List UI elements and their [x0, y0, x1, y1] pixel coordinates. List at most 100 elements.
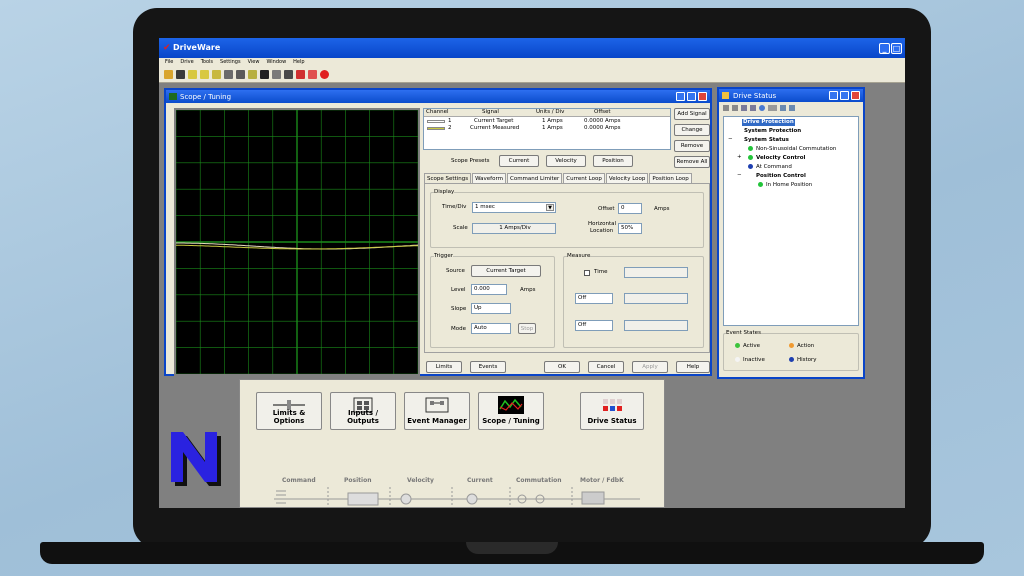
minimize-button[interactable]: _ [879, 43, 890, 54]
slope-select[interactable]: Up [471, 303, 511, 314]
chain-commutation-label: Commutation [516, 477, 562, 484]
measure-select-1[interactable]: Off [575, 293, 613, 304]
tree-item-in-home-position[interactable]: In Home Position [758, 182, 812, 189]
channel-signal: Current Measured [470, 125, 520, 131]
help-button[interactable]: Help [676, 361, 710, 373]
trigger-source-button[interactable]: Current Target [471, 265, 541, 277]
filter-icon[interactable] [768, 105, 777, 111]
status-dot-icon [748, 155, 753, 160]
tree-item-at-command[interactable]: At Command [748, 164, 792, 171]
upload-icon[interactable] [188, 70, 197, 79]
collapse-icon[interactable] [732, 105, 738, 111]
wave-icon[interactable] [308, 70, 317, 79]
channel-row[interactable]: 1 Current Target 1 Amps 0.0000 Amps [424, 118, 670, 125]
save-icon[interactable] [176, 70, 185, 79]
tree-item-commutation[interactable]: Non-Sinusoidal Commutation [748, 146, 836, 153]
tree-item-system-status[interactable]: System Status [744, 137, 789, 144]
measure-select-1-value: Off [578, 295, 587, 301]
scope-tuning-button[interactable]: Scope / Tuning [478, 392, 544, 430]
scale-field[interactable]: 1 Amps/Div [472, 223, 556, 234]
preset-current-button[interactable]: Current [499, 155, 539, 167]
toolbar [159, 67, 905, 83]
history-dot-icon [789, 357, 794, 362]
chip-icon[interactable] [284, 70, 293, 79]
tree-collapse-icon[interactable]: − [737, 172, 742, 179]
scope-window-icon [169, 93, 177, 100]
channel-row[interactable]: 2 Current Measured 1 Amps 0.0000 Amps [424, 125, 670, 132]
stop-button[interactable]: Stop [518, 323, 536, 334]
header-offset: Offset [594, 109, 611, 115]
time-div-select[interactable]: 1 msec ▼ [472, 202, 556, 213]
refresh-icon[interactable] [759, 105, 765, 111]
compare-icon[interactable] [212, 70, 221, 79]
events-button[interactable]: Events [470, 361, 506, 373]
change-button[interactable]: Change [674, 124, 710, 136]
scope-minimize-button[interactable] [676, 92, 685, 101]
mdi-area: Scope / Tuning Channel Signal Units / Di… [159, 83, 905, 508]
link-icon[interactable] [741, 105, 747, 111]
open-icon[interactable] [164, 70, 173, 79]
status-minimize-button[interactable] [829, 91, 838, 100]
tree-item-velocity-control[interactable]: Velocity Control [748, 155, 805, 162]
limits-button[interactable]: Limits [426, 361, 462, 373]
tree-item-drive-protection[interactable]: Drive Protection [742, 119, 795, 126]
horizontal-location-input[interactable]: 50% [618, 223, 642, 234]
drive-status-button[interactable]: Drive Status [580, 392, 644, 430]
meter-icon[interactable] [248, 70, 257, 79]
disk-icon[interactable] [272, 70, 281, 79]
preset-position-button[interactable]: Position [593, 155, 633, 167]
download-icon[interactable] [200, 70, 209, 79]
stop-icon[interactable] [320, 70, 329, 79]
scope-close-button[interactable] [698, 92, 707, 101]
legend-label: Active [743, 343, 761, 349]
add-signal-button[interactable]: Add Signal [674, 108, 710, 120]
time-label: Time [594, 269, 608, 275]
maximize-button[interactable]: □ [891, 43, 902, 54]
terminal-icon[interactable] [260, 70, 269, 79]
limits-options-button[interactable]: Limits & Options [256, 392, 322, 430]
help-pointer-icon[interactable] [296, 70, 305, 79]
menu-window[interactable]: Window [266, 58, 286, 67]
event-manager-button[interactable]: Event Manager [404, 392, 470, 430]
time-checkbox[interactable] [584, 270, 590, 276]
probe-icon[interactable] [236, 70, 245, 79]
menu-settings[interactable]: Settings [220, 58, 241, 67]
menu-tools[interactable]: Tools [201, 58, 213, 67]
status-close-button[interactable] [851, 91, 860, 100]
menu-view[interactable]: View [248, 58, 260, 67]
trigger-level-input[interactable]: 0.000 [471, 284, 507, 295]
chain-position-label: Position [344, 477, 372, 484]
tree-item-position-control[interactable]: Position Control [756, 173, 806, 180]
tree-collapse-icon[interactable]: − [728, 136, 733, 143]
unlink-icon[interactable] [750, 105, 756, 111]
tree-expand-icon[interactable]: + [737, 154, 742, 161]
inputs-outputs-button[interactable]: Inputs / Outputs [330, 392, 396, 430]
scope-maximize-button[interactable] [687, 92, 696, 101]
launcher-panel: Limits & Options Inputs / Outputs Event … [239, 379, 665, 508]
apply-button[interactable]: Apply [632, 361, 668, 373]
menu-file[interactable]: File [165, 58, 173, 67]
preset-velocity-button[interactable]: Velocity [546, 155, 586, 167]
menu-help[interactable]: Help [293, 58, 304, 67]
remove-all-button[interactable]: Remove All [674, 156, 710, 168]
expand-icon[interactable] [723, 105, 729, 111]
config-icon[interactable] [224, 70, 233, 79]
offset-label: Offset [598, 206, 615, 212]
offset-input[interactable]: 0 [618, 203, 642, 214]
ok-button[interactable]: OK [544, 361, 580, 373]
oscilloscope-display[interactable] [174, 108, 420, 376]
menu-drive[interactable]: Drive [180, 58, 193, 67]
tree-label: In Home Position [766, 182, 813, 188]
tree-item-system-protection[interactable]: System Protection [744, 128, 801, 135]
print-icon[interactable] [789, 105, 795, 111]
remove-button[interactable]: Remove [674, 140, 710, 152]
location-label: Location [590, 228, 614, 234]
copy-icon[interactable] [780, 105, 786, 111]
app-title: DriveWare [173, 43, 221, 52]
status-dot-icon [758, 182, 763, 187]
mode-select[interactable]: Auto [471, 323, 511, 334]
cancel-button[interactable]: Cancel [588, 361, 624, 373]
status-dot-icon [748, 164, 753, 169]
measure-select-2[interactable]: Off [575, 320, 613, 331]
status-maximize-button[interactable] [840, 91, 849, 100]
